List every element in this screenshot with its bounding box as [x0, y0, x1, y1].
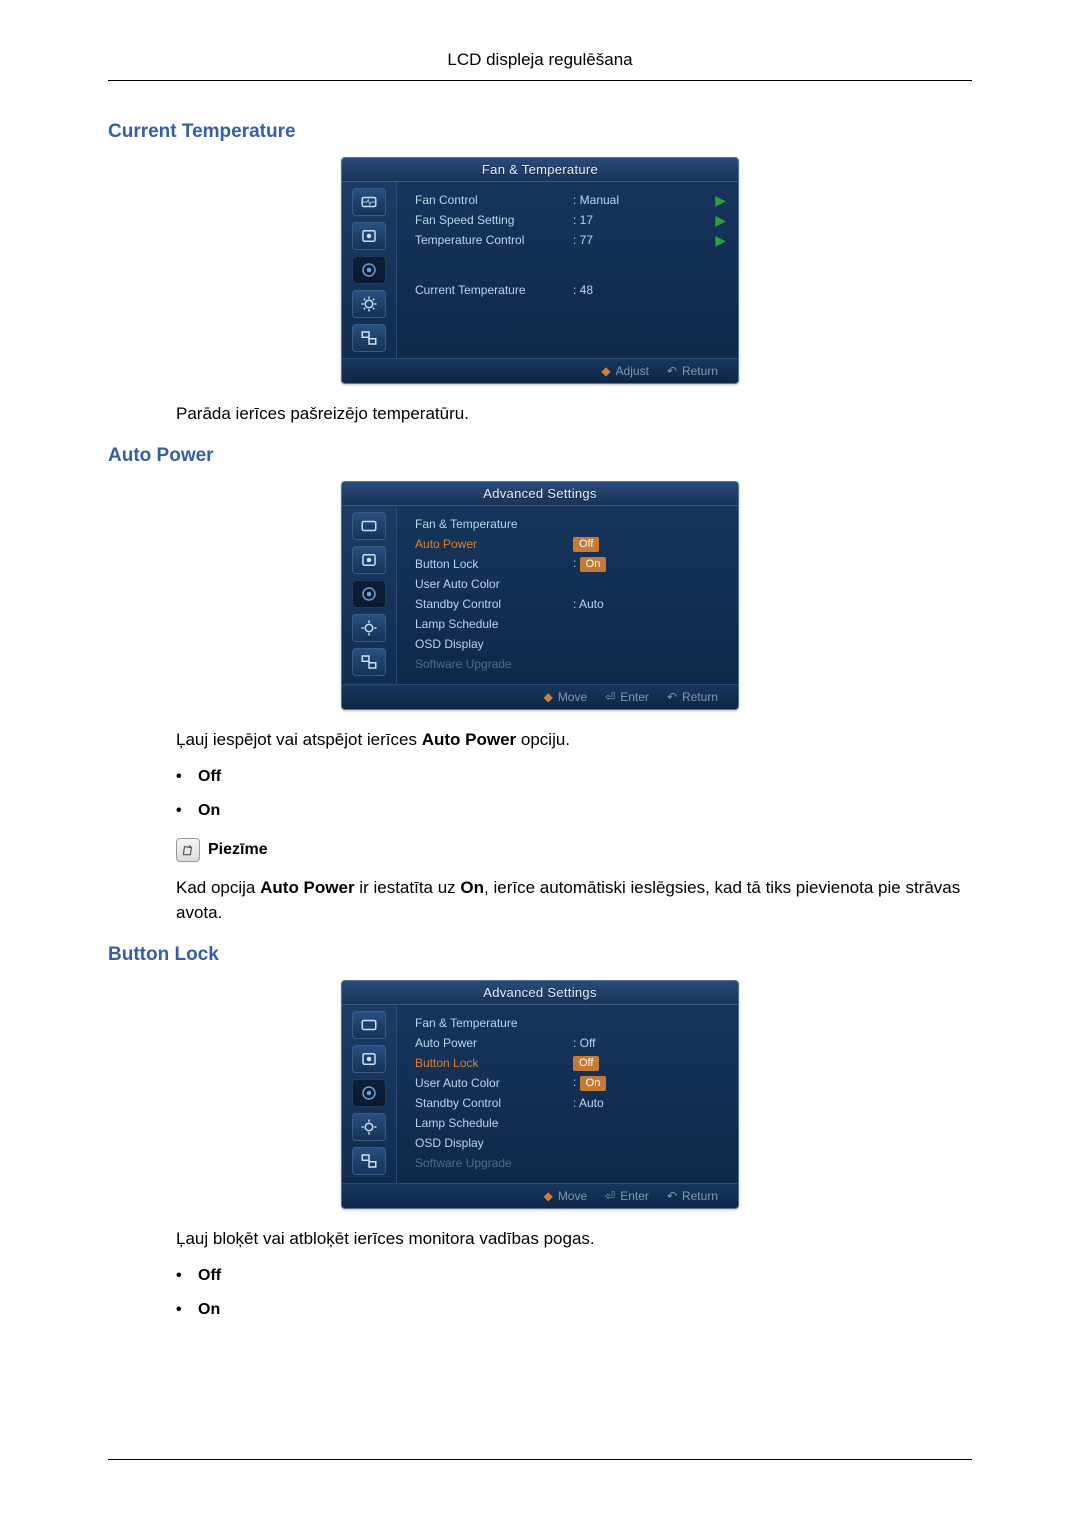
setup-icon — [352, 290, 386, 318]
picture-icon — [352, 222, 386, 250]
list-item: Off — [176, 768, 972, 786]
osd-footer-move: ◆Move — [544, 690, 588, 704]
osd-title: Advanced Settings — [342, 981, 738, 1005]
setup-icon — [352, 614, 386, 642]
osd-side-icons — [342, 1005, 397, 1183]
picture-icon — [352, 546, 386, 574]
osd-row-fan-speed: Fan Speed Setting : 17 ▶ — [415, 210, 726, 230]
osd-footer: ◆Move ⏎Enter ↶Return — [342, 1183, 738, 1208]
osd-fan-temperature-screenshot: Fan & Temperature Fan Control : Manual ▶ — [108, 157, 972, 384]
osd-footer-return: ↶Return — [667, 1189, 718, 1203]
osd-row-osd-display: OSD Display — [415, 1133, 726, 1153]
osd-title: Fan & Temperature — [342, 158, 738, 182]
section-title-current-temperature: Current Temperature — [108, 121, 972, 143]
osd-footer-enter: ⏎Enter — [605, 690, 649, 704]
osd-footer-enter: ⏎Enter — [605, 1189, 649, 1203]
picture-icon — [352, 1045, 386, 1073]
osd-row-button-lock: Button Lock : On — [415, 554, 726, 574]
osd-row-fan-temp: Fan & Temperature — [415, 1013, 726, 1033]
list-item: On — [176, 1301, 972, 1319]
auto-power-description: Ļauj iespējot vai atspējot ierīces Auto … — [176, 728, 972, 753]
osd-row-fan-control: Fan Control : Manual ▶ — [415, 190, 726, 210]
osd-footer-move: ◆Move — [544, 1189, 588, 1203]
osd-side-icons — [342, 182, 397, 358]
osd-row-fan-temp: Fan & Temperature — [415, 514, 726, 534]
osd-row-standby-control: Standby Control : Auto — [415, 1093, 726, 1113]
note-icon — [176, 838, 200, 862]
input-icon — [352, 188, 386, 216]
osd-row-software-upgrade: Software Upgrade — [415, 654, 726, 674]
page-title: LCD displeja regulēšana — [108, 50, 972, 81]
list-item: Off — [176, 1267, 972, 1285]
input-icon — [352, 1011, 386, 1039]
osd-row-auto-power: Auto Power Off — [415, 534, 726, 554]
osd-title: Advanced Settings — [342, 482, 738, 506]
osd-advanced-autopower-screenshot: Advanced Settings Fan & Temperature Auto… — [108, 481, 972, 710]
osd-footer-return: ↶Return — [667, 690, 718, 704]
triangle-right-icon: ▶ — [715, 232, 726, 249]
input-icon — [352, 512, 386, 540]
osd-side-icons — [342, 506, 397, 684]
sound-icon — [352, 256, 386, 284]
osd-row-lamp-schedule: Lamp Schedule — [415, 614, 726, 634]
osd-row-user-auto-color: User Auto Color — [415, 574, 726, 594]
page-footer-rule — [108, 1459, 972, 1480]
osd-footer: ◆Move ⏎Enter ↶Return — [342, 684, 738, 709]
multi-icon — [352, 324, 386, 352]
sound-icon — [352, 580, 386, 608]
button-lock-description: Ļauj bloķēt vai atbloķēt ierīces monitor… — [176, 1227, 972, 1252]
osd-row-user-auto-color: User Auto Color : On — [415, 1073, 726, 1093]
osd-row-software-upgrade: Software Upgrade — [415, 1153, 726, 1173]
osd-row-temp-control: Temperature Control : 77 ▶ — [415, 230, 726, 250]
osd-advanced-buttonlock-screenshot: Advanced Settings Fan & Temperature Auto… — [108, 980, 972, 1209]
multi-icon — [352, 648, 386, 676]
section-title-button-lock: Button Lock — [108, 944, 972, 966]
osd-footer: ◆Adjust ↶Return — [342, 358, 738, 383]
sound-icon — [352, 1079, 386, 1107]
osd-row-auto-power: Auto Power : Off — [415, 1033, 726, 1053]
button-lock-options-list: Off On — [176, 1267, 972, 1319]
multi-icon — [352, 1147, 386, 1175]
auto-power-note-body: Kad opcija Auto Power ir iestatīta uz On… — [176, 876, 972, 925]
triangle-right-icon: ▶ — [715, 192, 726, 209]
osd-row-lamp-schedule: Lamp Schedule — [415, 1113, 726, 1133]
osd-row-current-temp: Current Temperature : 48 — [415, 280, 726, 300]
list-item: On — [176, 802, 972, 820]
osd-row-osd-display: OSD Display — [415, 634, 726, 654]
triangle-right-icon: ▶ — [715, 212, 726, 229]
osd-row-button-lock: Button Lock Off — [415, 1053, 726, 1073]
osd-footer-adjust: ◆Adjust — [601, 364, 649, 378]
setup-icon — [352, 1113, 386, 1141]
auto-power-options-list: Off On — [176, 768, 972, 820]
osd-row-standby-control: Standby Control : Auto — [415, 594, 726, 614]
note-heading: Piezīme — [176, 838, 972, 862]
current-temperature-description: Parāda ierīces pašreizējo temperatūru. — [176, 402, 972, 427]
section-title-auto-power: Auto Power — [108, 445, 972, 467]
osd-footer-return: ↶Return — [667, 364, 718, 378]
